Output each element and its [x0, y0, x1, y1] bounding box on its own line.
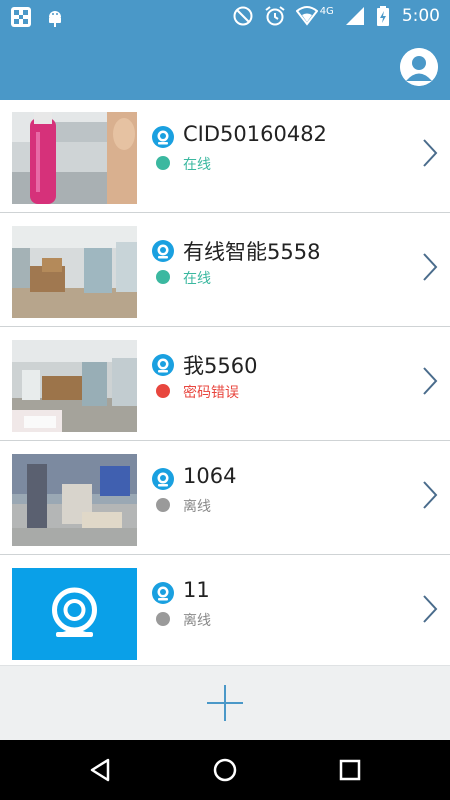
status-indicator-icon	[156, 384, 170, 398]
status-indicator-icon	[156, 156, 170, 170]
device-name: CID50160482	[183, 122, 327, 146]
device-thumbnail	[12, 340, 137, 432]
divider	[0, 440, 450, 441]
status-indicator-icon	[156, 270, 170, 284]
chevron-right-icon	[423, 367, 438, 395]
cellular-signal-icon	[345, 7, 364, 25]
device-row[interactable]: 我5560 密码错误	[0, 328, 450, 441]
device-status: 在线	[183, 271, 211, 287]
device-list: CID50160482 在线 有线智能5558 在线 我5560 密码错误 10…	[0, 100, 450, 665]
app-bar	[0, 34, 450, 100]
device-name: 有线智能5558	[183, 240, 321, 264]
status-indicator-icon	[156, 612, 170, 626]
back-icon[interactable]	[86, 756, 114, 784]
do-not-disturb-icon	[233, 6, 253, 26]
navigation-bar	[0, 740, 450, 800]
battery-icon	[376, 6, 389, 26]
device-thumbnail	[12, 226, 137, 318]
system-icons: 4G 5:00	[232, 5, 440, 27]
camera-badge-icon	[152, 468, 174, 490]
divider	[0, 212, 450, 213]
network-type-label: 4G	[319, 5, 334, 17]
alarm-icon	[265, 6, 285, 26]
device-thumbnail-placeholder	[12, 568, 137, 660]
wifi-icon	[295, 6, 318, 26]
user-avatar-button[interactable]	[400, 48, 438, 86]
clock: 5:00	[401, 6, 440, 26]
device-name: 我5560	[183, 354, 258, 378]
device-status: 离线	[183, 613, 211, 629]
recents-icon[interactable]	[336, 756, 364, 784]
webcam-icon	[12, 568, 137, 660]
notification-icons	[10, 6, 66, 28]
status-bar: 4G 5:00	[0, 0, 450, 34]
device-thumbnail	[12, 454, 137, 546]
divider	[0, 554, 450, 555]
home-icon[interactable]	[211, 756, 239, 784]
device-status: 离线	[183, 499, 211, 515]
camera-badge-icon	[152, 240, 174, 262]
device-status: 密码错误	[183, 385, 239, 401]
device-row[interactable]: CID50160482 在线	[0, 100, 450, 213]
user-avatar-icon	[400, 48, 438, 86]
device-row[interactable]: 1064 离线	[0, 442, 450, 555]
device-row[interactable]: 有线智能5558 在线	[0, 214, 450, 327]
app-grid-icon	[11, 7, 31, 27]
device-name: 1064	[183, 464, 237, 488]
camera-badge-icon	[152, 582, 174, 604]
device-status: 在线	[183, 157, 211, 173]
device-thumbnail	[12, 112, 137, 204]
camera-badge-icon	[152, 126, 174, 148]
plus-icon[interactable]	[205, 683, 245, 723]
chevron-right-icon	[423, 595, 438, 623]
camera-badge-icon	[152, 354, 174, 376]
status-indicator-icon	[156, 498, 170, 512]
chevron-right-icon	[423, 253, 438, 281]
divider	[0, 326, 450, 327]
add-device-bar	[0, 665, 450, 741]
chevron-right-icon	[423, 139, 438, 167]
chevron-right-icon	[423, 481, 438, 509]
device-name: 11	[183, 578, 210, 602]
device-row[interactable]: 11 离线	[0, 556, 450, 665]
android-debug-icon	[49, 11, 61, 27]
